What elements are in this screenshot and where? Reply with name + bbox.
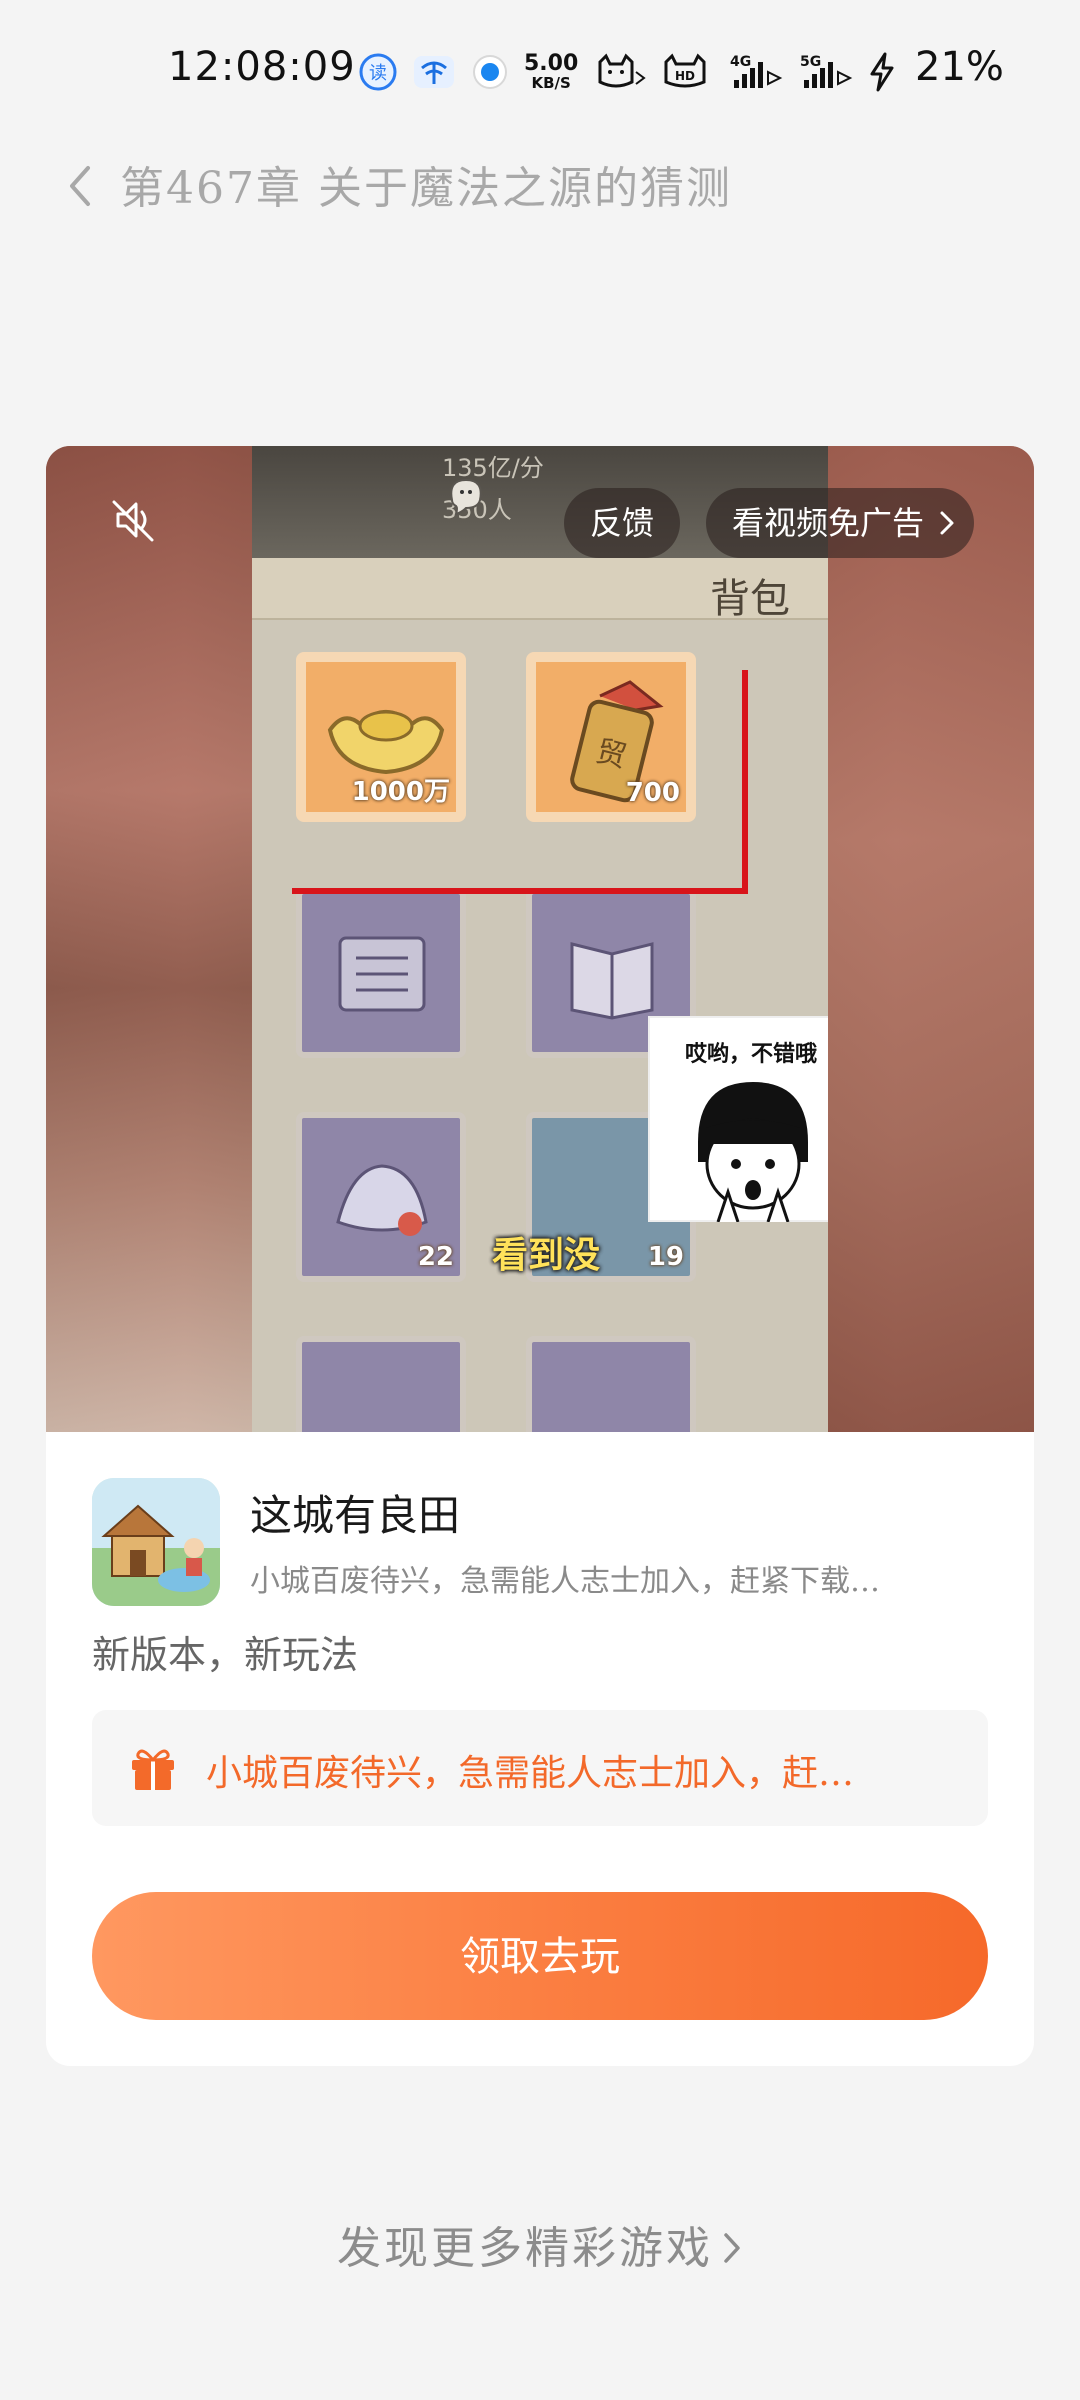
status-bar: 12:08:09 读 5.00 KB/S HD 4G 5G 21% bbox=[0, 0, 1080, 140]
back-arrow-icon[interactable] bbox=[62, 162, 98, 210]
record-icon bbox=[470, 52, 510, 92]
status-icons: 读 5.00 KB/S HD 4G 5G bbox=[358, 46, 896, 98]
app-icon[interactable] bbox=[92, 1478, 220, 1606]
ad-card: 135亿/分 350人 背包 1000万 贸 700 22 19 哎哟，不错哦 … bbox=[46, 446, 1034, 2066]
net-speed-unit: KB/S bbox=[531, 74, 571, 92]
video-blur-left bbox=[46, 446, 252, 1432]
promo-text: 小城百废待兴，急需能人志士加入，赶… bbox=[206, 1753, 855, 1794]
skip-ad-label: 看视频免广告 bbox=[732, 504, 925, 542]
telecom-icon bbox=[412, 52, 456, 92]
svg-text:HD: HD bbox=[675, 69, 695, 83]
svg-text:读: 读 bbox=[369, 63, 387, 84]
meme-text: 哎哟，不错哦 bbox=[684, 1042, 817, 1067]
app-slogan: 新版本，新玩法 bbox=[92, 1633, 359, 1677]
meme-sticker: 哎哟，不错哦 bbox=[648, 1016, 828, 1222]
claim-play-button[interactable]: 领取去玩 bbox=[92, 1892, 988, 2020]
video-subtitle: 看到没 bbox=[492, 1235, 601, 1276]
cat-face-icon bbox=[592, 52, 646, 92]
inventory-slot-cloth: 22 bbox=[296, 1112, 466, 1282]
inventory-slot-row4-a bbox=[296, 1336, 466, 1432]
hd-call-icon: HD bbox=[660, 52, 714, 92]
inventory-slot-scroll-a bbox=[296, 888, 466, 1058]
battery-percentage: 21% bbox=[915, 44, 1004, 90]
discover-more-games-link[interactable]: 发现更多精彩游戏 bbox=[0, 2212, 1080, 2276]
game-bag-label: 背包 bbox=[710, 576, 790, 622]
charging-bolt-icon bbox=[868, 52, 896, 92]
net-speed: 5.00 KB/S bbox=[524, 51, 579, 92]
chevron-right-icon bbox=[940, 511, 954, 535]
video-blur-right bbox=[828, 446, 1034, 1432]
status-time: 12:08:09 bbox=[168, 44, 356, 90]
inventory-slot-row4-b bbox=[526, 1336, 696, 1432]
cloth-count: 22 bbox=[417, 1242, 454, 1272]
mute-icon[interactable] bbox=[110, 496, 158, 544]
skip-ad-button[interactable]: 看视频免广告 bbox=[706, 488, 975, 558]
chevron-right-icon bbox=[724, 2233, 740, 2263]
scroll-icon bbox=[338, 936, 426, 1012]
svg-text:4G: 4G bbox=[730, 54, 751, 70]
cloth-icon bbox=[336, 1164, 428, 1236]
gift-icon bbox=[132, 1749, 174, 1790]
speech-bubble-icon bbox=[450, 478, 482, 516]
discover-label: 发现更多精彩游戏 bbox=[337, 2223, 713, 2274]
net-speed-value: 5.00 bbox=[524, 51, 579, 76]
signal-4g-icon: 4G bbox=[728, 52, 784, 92]
reader-app-icon: 读 bbox=[358, 52, 398, 92]
video-frame: 135亿/分 350人 背包 1000万 贸 700 22 19 哎哟，不错哦 … bbox=[252, 446, 828, 1432]
game-bag-header: 背包 bbox=[252, 558, 828, 622]
app-description: 小城百废待兴，急需能人志士加入，赶紧下载… bbox=[250, 1564, 880, 1599]
ad-video[interactable]: 135亿/分 350人 背包 1000万 贸 700 22 19 哎哟，不错哦 … bbox=[46, 446, 1034, 1432]
farm-house-icon bbox=[92, 1478, 220, 1606]
feedback-button[interactable]: 反馈 bbox=[564, 488, 681, 558]
highlight-frame bbox=[292, 670, 748, 894]
app-name[interactable]: 这城有良田 bbox=[250, 1482, 460, 1543]
promo-banner[interactable]: 小城百废待兴，急需能人志士加入，赶… bbox=[92, 1710, 988, 1826]
svg-text:5G: 5G bbox=[800, 54, 821, 70]
chapter-title: 第467章 关于魔法之源的猜测 bbox=[120, 163, 732, 214]
signal-5g-icon: 5G bbox=[798, 52, 854, 92]
blue-item-count: 19 bbox=[647, 1242, 684, 1272]
meme-face-icon bbox=[698, 1082, 808, 1222]
